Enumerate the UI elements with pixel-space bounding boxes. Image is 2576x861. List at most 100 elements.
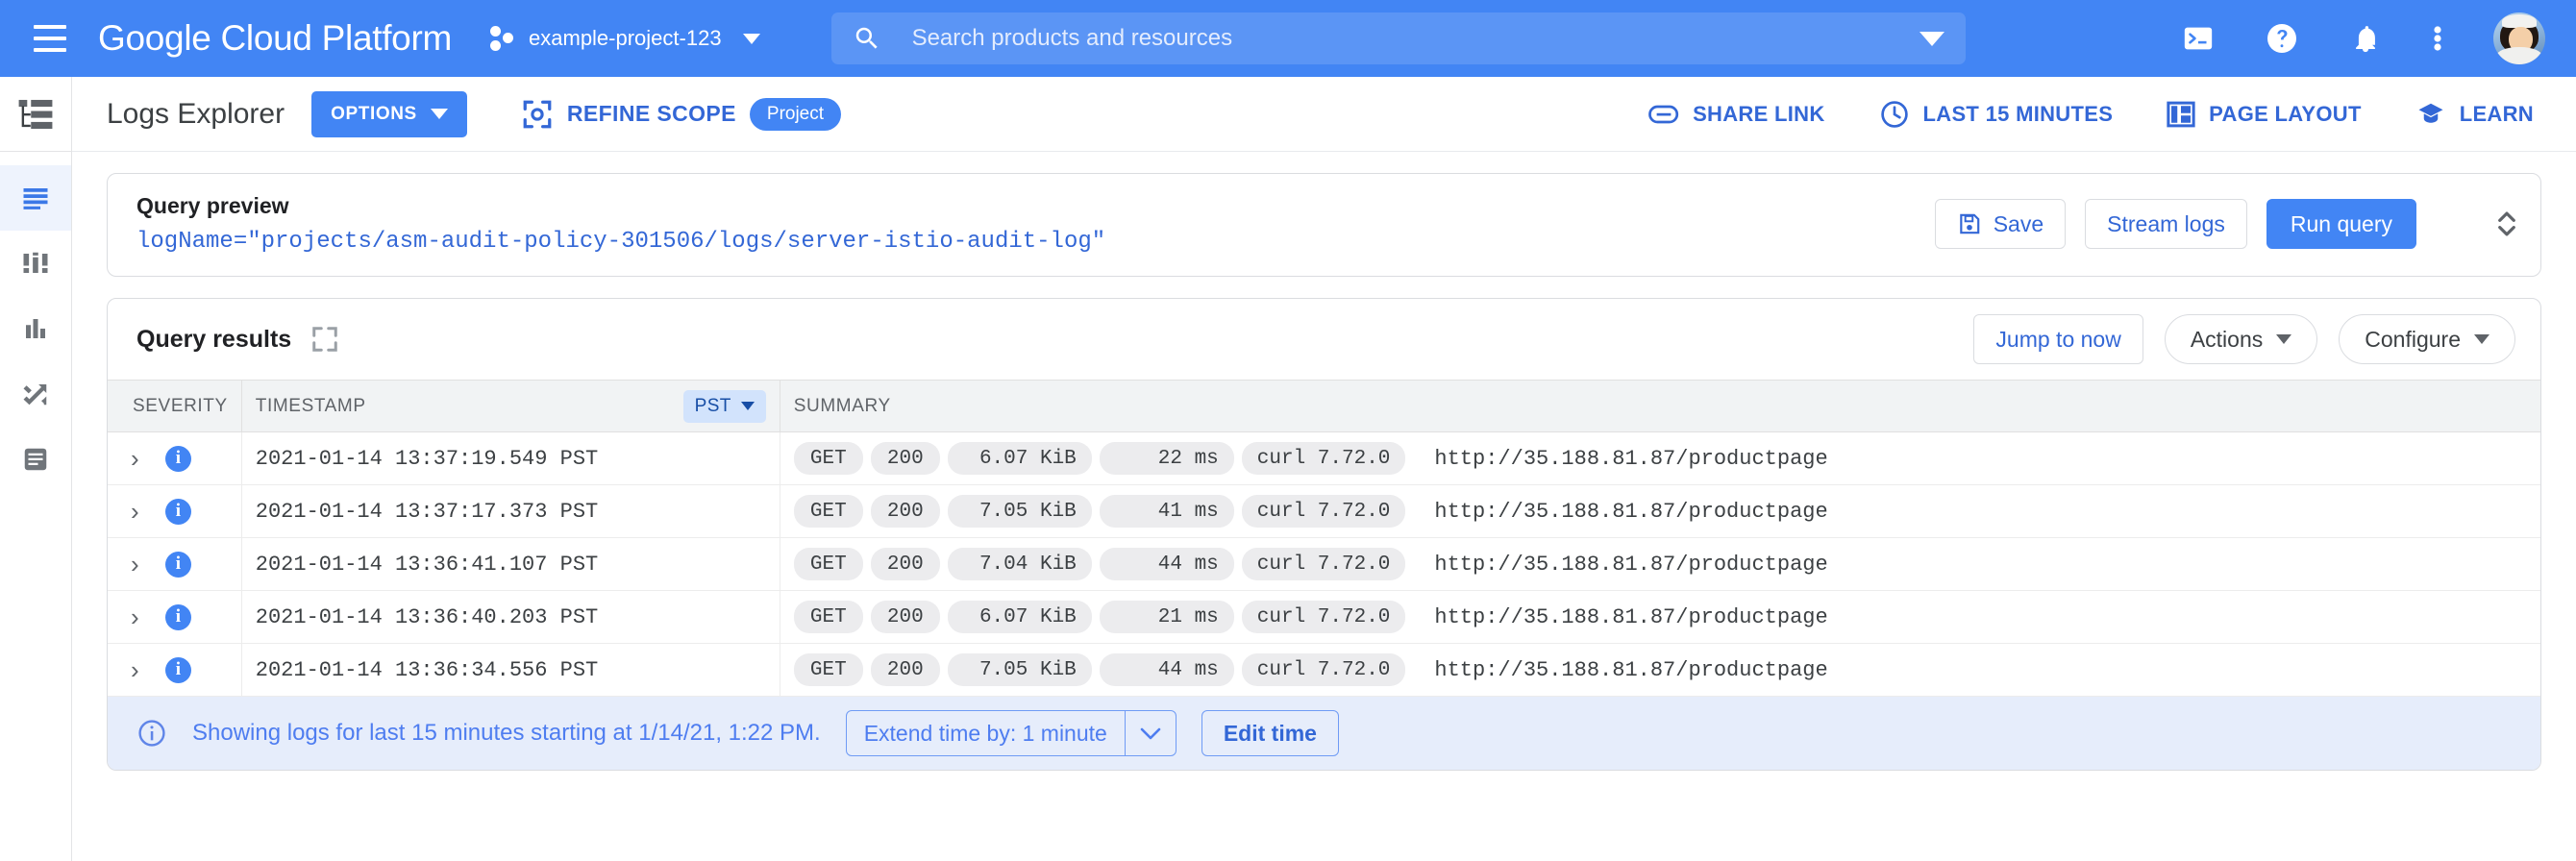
row-timestamp: 2021-01-14 13:36:41.107 PST [241, 538, 780, 591]
sidebar-item-logs-explorer[interactable] [0, 165, 71, 231]
info-circle-icon[interactable]: i [165, 446, 191, 472]
info-circle-icon[interactable]: i [165, 657, 191, 683]
row-timestamp: 2021-01-14 13:37:19.549 PST [241, 432, 780, 485]
learn-label: LEARN [2460, 102, 2534, 127]
hamburger-menu-icon[interactable] [25, 13, 75, 63]
summary-size: 7.05 KiB [948, 653, 1092, 686]
toolbar-actions: SHARE LINK LAST 15 MINUTES [1648, 99, 2534, 130]
table-row[interactable]: › i 2021-01-14 13:37:19.549 PST GET 200 … [108, 432, 2540, 485]
sidebar-item-logs-dashboard[interactable] [0, 231, 71, 296]
save-disk-icon [1957, 211, 1982, 236]
row-summary: GET 200 7.05 KiB 41 ms curl 7.72.0 http:… [780, 485, 2540, 538]
table-row[interactable]: › i 2021-01-14 13:36:34.556 PST GET 200 … [108, 644, 2540, 697]
chevron-right-icon[interactable]: › [131, 603, 139, 632]
avatar[interactable] [2493, 12, 2545, 64]
chevron-right-icon[interactable]: › [131, 497, 139, 527]
query-preview-expand-toggle[interactable] [2477, 208, 2537, 240]
summary-url: http://35.188.81.87/productpage [1434, 447, 1827, 471]
row-summary: GET 200 6.07 KiB 21 ms curl 7.72.0 http:… [780, 591, 2540, 644]
chevron-down-icon[interactable] [1920, 32, 1944, 46]
page-body: Logs Explorer OPTIONS REFINE SCOPE Proje… [0, 77, 2576, 861]
project-selector[interactable]: example-project-123 [490, 24, 760, 53]
help-icon[interactable] [2265, 21, 2299, 56]
logs-router-tree-icon[interactable] [0, 77, 71, 152]
chevron-right-icon[interactable]: › [131, 550, 139, 579]
fullscreen-expand-icon[interactable] [310, 325, 339, 354]
extend-time-select[interactable]: Extend time by: 1 minute [846, 710, 1177, 756]
table-row[interactable]: › i 2021-01-14 13:36:41.107 PST GET 200 … [108, 538, 2540, 591]
summary-status: 200 [871, 653, 940, 686]
info-circle-icon[interactable]: i [165, 499, 191, 525]
search-icon [853, 24, 881, 53]
sidebar-item-logs-storage[interactable] [0, 427, 71, 492]
column-header-summary[interactable]: SUMMARY [780, 381, 2540, 432]
summary-latency: 22 ms [1100, 442, 1234, 475]
table-row[interactable]: › i 2021-01-14 13:37:17.373 PST GET 200 … [108, 485, 2540, 538]
jump-to-now-button[interactable]: Jump to now [1973, 314, 2143, 364]
summary-user-agent: curl 7.72.0 [1242, 495, 1406, 528]
sidebar-item-logs-router[interactable] [0, 361, 71, 427]
summary-url: http://35.188.81.87/productpage [1434, 658, 1827, 682]
cloud-shell-icon[interactable] [2182, 22, 2215, 55]
column-header-severity[interactable]: SEVERITY [108, 381, 241, 432]
chevron-right-icon[interactable]: › [131, 444, 139, 474]
global-search-bar[interactable] [831, 12, 1966, 64]
summary-method: GET [794, 601, 863, 633]
scope-project-badge[interactable]: Project [750, 98, 841, 131]
edit-time-button[interactable]: Edit time [1201, 710, 1339, 756]
time-range-button[interactable]: LAST 15 MINUTES [1879, 99, 2114, 130]
notifications-bell-icon[interactable] [2349, 22, 2382, 55]
chevron-down-icon[interactable] [1126, 726, 1176, 741]
clock-icon [1879, 99, 1910, 130]
info-circle-icon[interactable]: i [165, 604, 191, 630]
sidebar-item-logs-metrics[interactable] [0, 296, 71, 361]
table-row[interactable]: › i 2021-01-14 13:36:40.203 PST GET 200 … [108, 591, 2540, 644]
summary-user-agent: curl 7.72.0 [1242, 601, 1406, 633]
summary-size: 7.05 KiB [948, 495, 1092, 528]
query-results-title: Query results [136, 326, 291, 354]
summary-latency: 44 ms [1100, 548, 1234, 580]
summary-method: GET [794, 495, 863, 528]
content-tail-spacer [107, 771, 2541, 809]
logs-explorer-body: Query preview logName="projects/asm-audi… [72, 152, 2576, 861]
page-layout-icon [2167, 101, 2195, 128]
row-timestamp: 2021-01-14 13:37:17.373 PST [241, 485, 780, 538]
logs-explorer-toolbar: Logs Explorer OPTIONS REFINE SCOPE Proje… [72, 77, 2576, 152]
summary-status: 200 [871, 601, 940, 633]
run-query-button[interactable]: Run query [2266, 199, 2416, 249]
row-severity-cell: › i [108, 538, 241, 591]
info-bar-message: Showing logs for last 15 minutes startin… [192, 720, 821, 747]
configure-dropdown[interactable]: Configure [2339, 314, 2515, 364]
summary-latency: 41 ms [1100, 495, 1234, 528]
learn-button[interactable]: LEARN [2415, 100, 2534, 129]
options-button[interactable]: OPTIONS [311, 91, 467, 137]
row-severity-cell: › i [108, 432, 241, 485]
query-preview-query[interactable]: logName="projects/asm-audit-policy-30150… [136, 229, 1916, 255]
column-header-timestamp[interactable]: TIMESTAMP PST [241, 381, 780, 432]
page-layout-button[interactable]: PAGE LAYOUT [2167, 101, 2362, 128]
global-header: Google Cloud Platform example-project-12… [0, 0, 2576, 77]
run-query-label: Run query [2291, 211, 2392, 237]
timezone-selector[interactable]: PST [683, 390, 766, 423]
query-preview-text-area: Query preview logName="projects/asm-audi… [136, 193, 1916, 255]
refine-scope-crop-icon [521, 98, 554, 131]
left-icon-rail [0, 77, 72, 861]
logs-storage-document-icon [20, 445, 51, 474]
stream-logs-button[interactable]: Stream logs [2085, 199, 2247, 249]
jump-to-now-label: Jump to now [1995, 327, 2120, 353]
share-link-button[interactable]: SHARE LINK [1648, 101, 1824, 128]
logs-table-header: SEVERITY TIMESTAMP PST SUMMARY [108, 381, 2540, 432]
search-input[interactable] [912, 25, 1920, 52]
summary-status: 200 [871, 548, 940, 580]
brand-title: Google Cloud Platform [98, 18, 452, 59]
save-button[interactable]: Save [1935, 199, 2066, 249]
refine-scope-button[interactable]: REFINE SCOPE Project [521, 98, 841, 131]
actions-dropdown[interactable]: Actions [2165, 314, 2317, 364]
project-selector-icon [490, 24, 515, 53]
more-vert-icon[interactable] [2432, 21, 2443, 56]
chevron-right-icon[interactable]: › [131, 655, 139, 685]
time-range-label: LAST 15 MINUTES [1923, 102, 2114, 127]
page-layout-label: PAGE LAYOUT [2209, 102, 2362, 127]
project-name: example-project-123 [529, 26, 722, 51]
info-circle-icon[interactable]: i [165, 552, 191, 578]
